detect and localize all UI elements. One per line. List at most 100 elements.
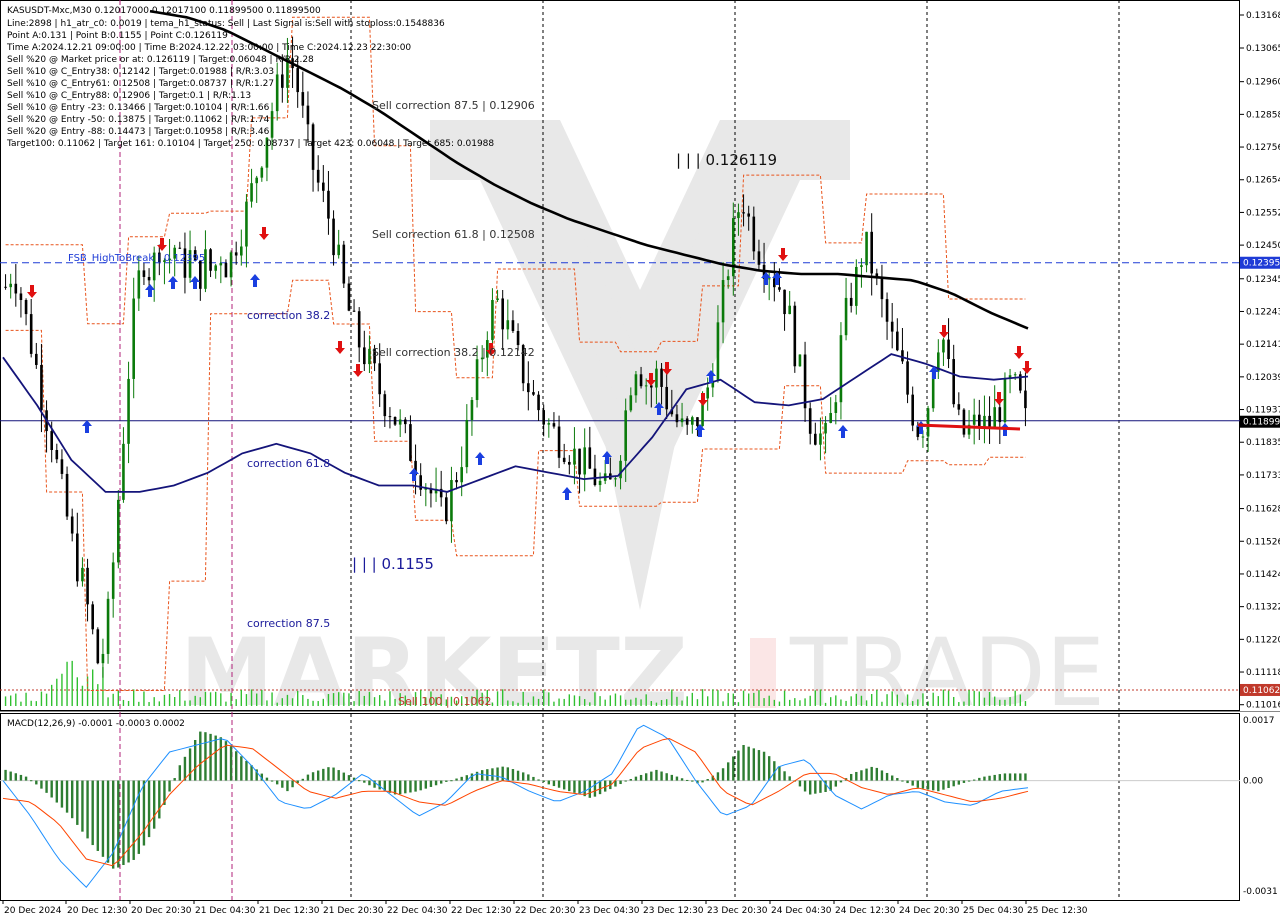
x-tick-label: 23 Dec 12:30 — [643, 906, 704, 916]
macd-histogram-bar — [86, 780, 89, 839]
macd-histogram-bar — [316, 770, 320, 781]
macd-histogram-bar — [783, 771, 786, 781]
macd-histogram-bar — [137, 780, 141, 854]
candle-body — [957, 404, 961, 410]
macd-histogram-bar — [168, 780, 171, 792]
macd-histogram-bar — [942, 780, 945, 790]
candle-body — [803, 354, 807, 409]
candle-body — [742, 212, 745, 214]
macd-histogram-bar — [598, 780, 602, 795]
macd-histogram-bar — [562, 780, 566, 790]
level-label-87: Sell correction 87.5 | 0.12906 — [372, 99, 535, 112]
candle-body — [40, 364, 43, 411]
macd-histogram-bar — [916, 780, 920, 788]
header-line: Line:2898 | h1_atr_c0: 0.0019 | tema_h1_… — [7, 19, 445, 29]
macd-histogram-bar — [962, 780, 966, 783]
x-tick-label: 20 Dec 2024 — [4, 906, 62, 916]
macd-histogram-bar — [552, 780, 556, 787]
candle-body — [947, 339, 950, 360]
macd-histogram-bar — [660, 771, 663, 781]
macd-histogram-bar — [29, 780, 33, 782]
macd-histogram-bar — [14, 773, 18, 781]
macd-tick-label: -0.0031 — [1243, 887, 1278, 897]
candle-body — [383, 394, 387, 417]
header-line: Time A:2024.12.21 09:00:00 | Time B:2024… — [6, 43, 411, 53]
candle-body — [91, 604, 94, 630]
header-line: Sell %10 @ C_Entry38: 0.12142 | Target:0… — [7, 67, 274, 77]
candle-body — [793, 305, 797, 367]
macd-histogram-bar — [516, 770, 520, 781]
macd-histogram-bar — [757, 750, 761, 781]
candle-body — [972, 414, 976, 425]
candle-body — [665, 386, 668, 410]
y-tick-label: 0.11220 — [1246, 635, 1280, 645]
candle-body — [706, 387, 709, 399]
macd-histogram-bar — [199, 731, 202, 781]
candle-body — [14, 283, 18, 294]
point-b-label: | | | 0.1155 — [352, 555, 434, 573]
candle-body — [598, 480, 602, 486]
candle-body — [819, 433, 822, 445]
price-chart[interactable]: MARKETZ TRADE Sell correction 87.5 | 0.1… — [0, 0, 1280, 920]
candle-body — [337, 244, 340, 256]
macd-histogram-bar — [132, 780, 135, 860]
macd-histogram-bar — [542, 780, 545, 782]
candle-body — [983, 415, 986, 428]
x-tick-label: 24 Dec 04:30 — [771, 906, 832, 916]
macd-histogram-bar — [322, 768, 325, 781]
candle-body — [132, 298, 135, 379]
macd-histogram-bar — [798, 780, 802, 787]
macd-histogram-bar — [762, 751, 766, 781]
candle-body — [76, 533, 79, 582]
macd-histogram-bar — [747, 746, 750, 781]
x-tick-label: 20 Dec 20:30 — [131, 906, 192, 916]
candle-body — [926, 408, 930, 437]
macd-histogram-bar — [332, 767, 335, 781]
macd-histogram-bar — [849, 773, 853, 781]
candle-body — [860, 265, 863, 267]
macd-histogram-bar — [291, 780, 294, 788]
point-c-label: | | | 0.126119 — [676, 151, 777, 169]
macd-histogram-bar — [434, 780, 438, 786]
candle-body — [275, 74, 279, 112]
candle-body — [70, 516, 74, 534]
candle-body — [655, 368, 658, 388]
candle-body — [240, 246, 243, 256]
candle-body — [86, 567, 89, 605]
header-line: Sell %20 @ Market price or at: 0.126119 … — [7, 55, 314, 65]
candle-body — [506, 320, 510, 330]
macd-histogram-bar — [875, 767, 879, 781]
candle-body — [117, 499, 120, 563]
candle-body — [60, 459, 64, 474]
level-label-100: Sell 100 | 0.1062 — [398, 695, 492, 708]
fsb-label: FSB_HighToBreak | 0.12395 — [68, 253, 205, 264]
candle-body — [921, 436, 925, 438]
y-tick-label: 0.12039 — [1246, 373, 1280, 383]
candle-body — [660, 368, 663, 387]
macd-histogram-bar — [865, 768, 868, 781]
x-tick-label: 21 Dec 12:30 — [259, 906, 320, 916]
macd-histogram-bar — [455, 778, 458, 781]
candle-body — [378, 363, 381, 395]
macd-histogram-bar — [511, 769, 515, 781]
macd-histogram-bar — [655, 769, 658, 781]
macd-histogram-bar — [40, 780, 43, 789]
y-tick-label: 0.11628 — [1246, 505, 1280, 515]
macd-histogram-bar — [270, 780, 274, 782]
macd-histogram-bar — [650, 771, 653, 781]
candle-body — [849, 297, 853, 306]
macd-histogram-bar — [532, 776, 535, 781]
candle-body — [829, 412, 832, 423]
macd-histogram-bar — [363, 780, 366, 783]
macd-histogram-bar — [706, 779, 709, 781]
candle-body — [885, 299, 889, 322]
macd-histogram-bar — [45, 780, 48, 793]
macd-histogram-bar — [926, 780, 930, 790]
macd-histogram-bar — [819, 780, 822, 793]
candle-body — [245, 201, 248, 247]
macd-histogram-bar — [911, 780, 914, 786]
candle-body — [450, 480, 453, 522]
macd-histogram-bar — [726, 762, 730, 781]
macd-histogram-bar — [670, 774, 674, 781]
candle-body — [255, 177, 258, 184]
